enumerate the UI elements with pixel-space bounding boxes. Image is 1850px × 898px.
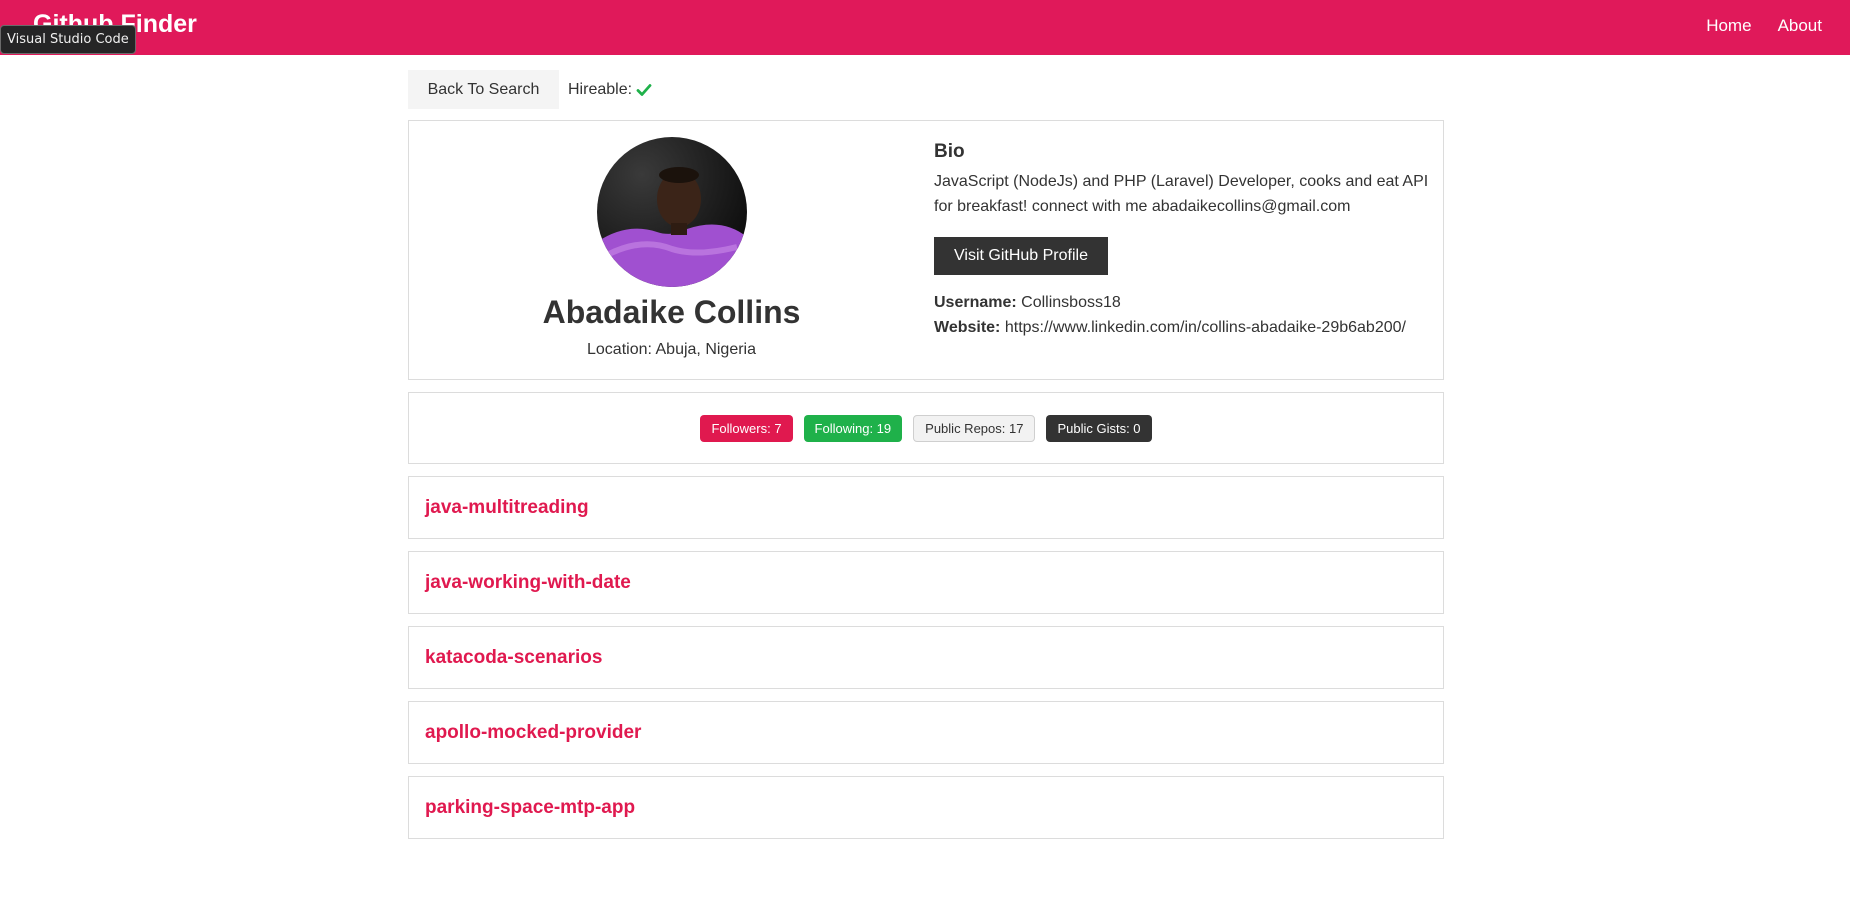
nav-about-link[interactable]: About xyxy=(1778,16,1822,36)
avatar-image xyxy=(596,137,747,287)
repo-link[interactable]: java-multitreading xyxy=(425,497,589,519)
website-label: Website: xyxy=(934,319,1001,336)
bio-heading: Bio xyxy=(934,141,965,162)
window-tooltip: Visual Studio Code xyxy=(0,25,136,54)
avatar xyxy=(596,137,747,287)
public-repos-badge: Public Repos: 17 xyxy=(913,414,1036,442)
bio-text: JavaScript (NodeJs) and PHP (Laravel) De… xyxy=(934,173,1429,215)
nav-links: Home About xyxy=(1706,16,1822,36)
website-row: Website: https://www.linkedin.com/in/col… xyxy=(934,315,1443,340)
profile-info-list: Username: Collinsboss18 Website: https:/… xyxy=(934,290,1443,340)
profile-details: Bio JavaScript (NodeJs) and PHP (Laravel… xyxy=(934,121,1443,379)
profile-name: Abadaike Collins xyxy=(542,294,801,330)
repo-link[interactable]: parking-space-mtp-app xyxy=(425,797,635,819)
topbar: Back To Search Hireable: xyxy=(408,70,1444,109)
main-container: Back To Search Hireable: Abadaike Collin… xyxy=(408,70,1444,839)
profile-card: Abadaike Collins Location: Abuja, Nigeri… xyxy=(408,120,1444,380)
navbar: Github Finder Home About xyxy=(0,0,1850,55)
nav-home-link[interactable]: Home xyxy=(1706,16,1751,36)
repo-item: java-multitreading xyxy=(408,476,1444,539)
profile-summary: Abadaike Collins Location: Abuja, Nigeri… xyxy=(409,121,934,379)
check-icon xyxy=(636,83,652,96)
visit-github-profile-button[interactable]: Visit GitHub Profile xyxy=(934,237,1108,275)
followers-badge: Followers: 7 xyxy=(700,414,793,442)
repo-link[interactable]: java-working-with-date xyxy=(425,572,631,594)
hireable-label: Hireable: xyxy=(568,80,633,98)
repo-item: apollo-mocked-provider xyxy=(408,701,1444,764)
repo-item: java-working-with-date xyxy=(408,551,1444,614)
stats-card: Followers: 7 Following: 19 Public Repos:… xyxy=(408,392,1444,464)
profile-location: Location: Abuja, Nigeria xyxy=(587,341,756,358)
repo-item: katacoda-scenarios xyxy=(408,626,1444,689)
public-gists-badge: Public Gists: 0 xyxy=(1046,414,1152,442)
following-badge: Following: 19 xyxy=(803,414,903,442)
back-to-search-button[interactable]: Back To Search xyxy=(408,70,559,109)
repo-link[interactable]: apollo-mocked-provider xyxy=(425,722,641,744)
website-value[interactable]: https://www.linkedin.com/in/collins-abad… xyxy=(1005,319,1406,336)
username-value: Collinsboss18 xyxy=(1021,294,1121,311)
username-row: Username: Collinsboss18 xyxy=(934,290,1443,315)
repo-item: parking-space-mtp-app xyxy=(408,776,1444,839)
hireable-status: Hireable: xyxy=(568,81,652,99)
username-label: Username: xyxy=(934,294,1017,311)
repo-link[interactable]: katacoda-scenarios xyxy=(425,647,602,669)
